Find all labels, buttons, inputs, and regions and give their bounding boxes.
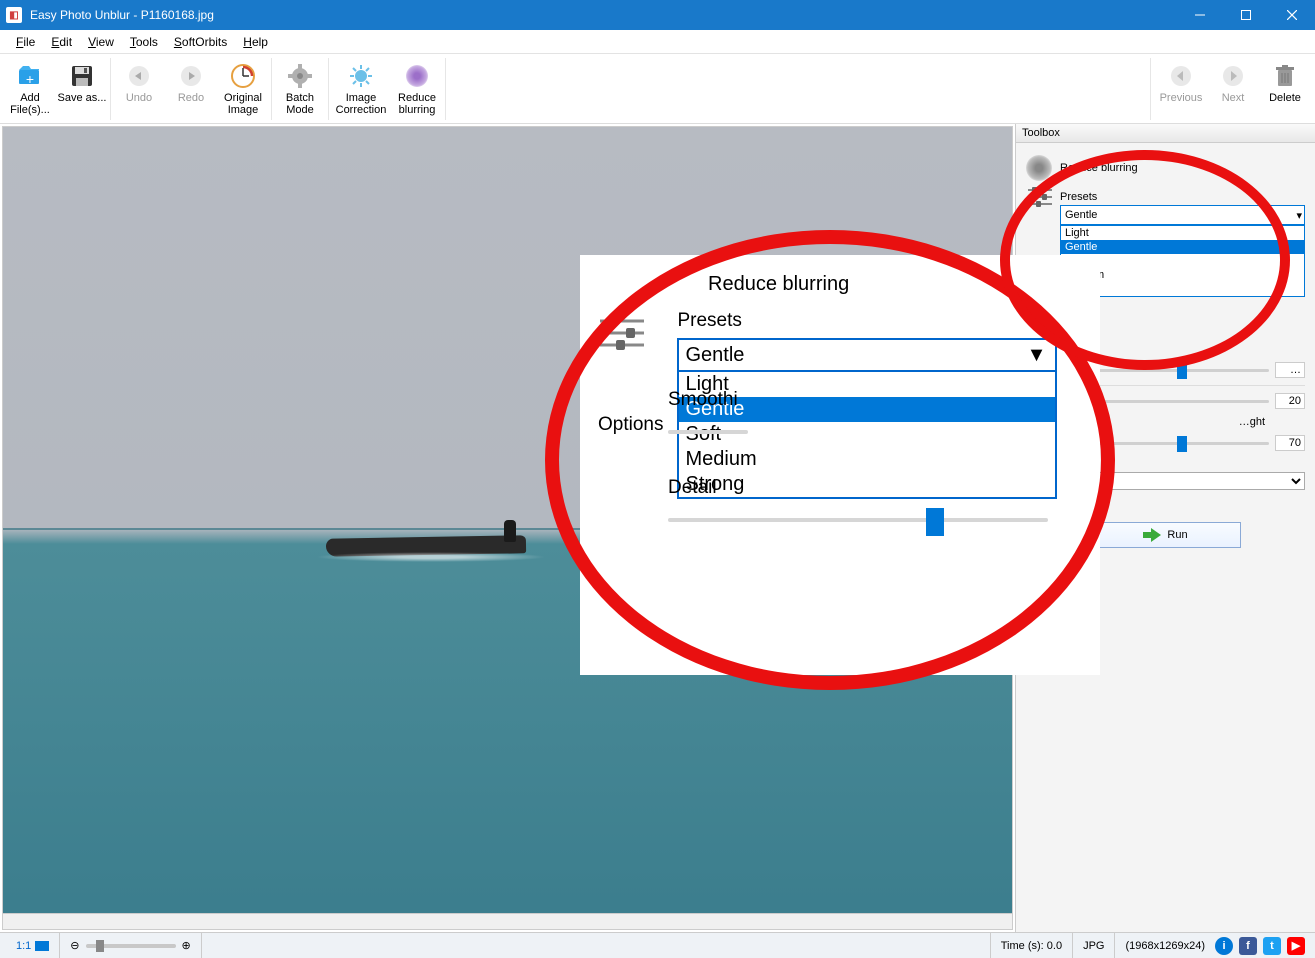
facebook-icon[interactable]: f [1239, 937, 1257, 955]
next-icon [1219, 62, 1247, 90]
titlebar: ◧ Easy Photo Unblur - P1160168.jpg [0, 0, 1315, 30]
preset-option-light[interactable]: Light [1061, 226, 1304, 240]
menu-file[interactable]: File [8, 33, 43, 51]
status-dimensions: (1968x1269x24) [1114, 933, 1215, 958]
menubar: File Edit View Tools SoftOrbits Help [0, 30, 1315, 54]
add-files-button[interactable]: + Add File(s)... [4, 58, 56, 120]
redo-button[interactable]: Redo [165, 58, 217, 120]
save-icon [68, 62, 96, 90]
zoom-sliders-icon [598, 314, 646, 354]
zoom-control[interactable]: ⊖ ⊕ [59, 933, 200, 958]
slider-2-value[interactable]: 20 [1275, 393, 1305, 409]
app-window: ◧ Easy Photo Unblur - P1160168.jpg File … [0, 0, 1315, 958]
previous-icon [1167, 62, 1195, 90]
zoom-ratio[interactable]: 1:1 [6, 933, 59, 958]
close-button[interactable] [1269, 0, 1315, 30]
zoom-slider[interactable] [86, 944, 176, 948]
chevron-down-icon: ▼ [1023, 344, 1049, 367]
zoom-presets-label: Presets [677, 310, 1057, 332]
zoom-out-icon[interactable]: ⊖ [70, 939, 79, 952]
svg-text:+: + [26, 71, 34, 87]
original-image-button[interactable]: Original Image [217, 58, 269, 120]
next-button[interactable]: Next [1207, 58, 1259, 106]
save-as-label: Save as... [58, 92, 107, 104]
presets-select[interactable]: Gentle ▾ [1060, 205, 1305, 225]
menu-tools[interactable]: Tools [122, 33, 166, 51]
app-icon: ◧ [6, 7, 22, 23]
zoom-smoothing-slider[interactable] [668, 417, 748, 447]
sliders-icon [1026, 185, 1054, 209]
next-label: Next [1222, 92, 1245, 104]
run-arrow-icon [1143, 528, 1161, 542]
reduce-blurring-button[interactable]: Reduce blurring [391, 58, 443, 120]
menu-softorbits[interactable]: SoftOrbits [166, 33, 235, 51]
status-format: JPG [1072, 933, 1114, 958]
info-icon[interactable]: i [1215, 937, 1233, 955]
run-button[interactable]: Run [1091, 522, 1241, 548]
menu-view[interactable]: View [80, 33, 122, 51]
toolbox-section-title: Reduce blurring [1060, 162, 1138, 174]
detail-value: … [1275, 362, 1305, 378]
blur-section-icon [1026, 155, 1052, 181]
window-title: Easy Photo Unblur - P1160168.jpg [30, 8, 1177, 22]
chevron-down-icon: ▾ [1296, 209, 1302, 222]
sparkle-icon [347, 62, 375, 90]
preset-option-gentle[interactable]: Gentle [1061, 240, 1304, 254]
zoom-option-strong[interactable]: Strong [679, 472, 1055, 497]
social-links: i f t ▶ [1215, 937, 1309, 955]
trash-icon [1271, 62, 1299, 90]
youtube-icon[interactable]: ▶ [1287, 937, 1305, 955]
undo-label: Undo [126, 92, 152, 104]
blur-icon [403, 62, 431, 90]
original-image-icon [229, 62, 257, 90]
add-files-icon: + [16, 62, 44, 90]
image-correction-button[interactable]: Image Correction [331, 58, 391, 120]
zoom-detail-slider[interactable] [668, 505, 1048, 535]
redo-label: Redo [178, 92, 204, 104]
minimize-button[interactable] [1177, 0, 1223, 30]
undo-button[interactable]: Undo [113, 58, 165, 120]
batch-mode-label: Batch Mode [274, 92, 326, 116]
window-controls [1177, 0, 1315, 30]
zoom-options-label: Options [598, 414, 663, 436]
zoom-preset-selected: Gentle [685, 344, 744, 367]
status-time: Time (s): 0.0 [990, 933, 1072, 958]
undo-icon [125, 62, 153, 90]
run-label: Run [1167, 529, 1187, 541]
horizontal-scrollbar[interactable] [3, 913, 1012, 929]
batch-mode-button[interactable]: Batch Mode [274, 58, 326, 120]
zoom-in-icon[interactable]: ⊕ [182, 939, 191, 952]
delete-label: Delete [1269, 92, 1301, 104]
menu-help[interactable]: Help [235, 33, 276, 51]
zoom-option-medium[interactable]: Medium [679, 447, 1055, 472]
presets-label: Presets [1060, 191, 1305, 203]
previous-button[interactable]: Previous [1155, 58, 1207, 106]
slider-3-value[interactable]: 70 [1275, 435, 1305, 451]
zoom-title: Reduce blurring [708, 273, 1082, 296]
zoom-callout-panel: Reduce blurring Options Presets Gentle ▼… [580, 255, 1100, 675]
toolbox-header: Toolbox [1016, 124, 1315, 143]
delete-button[interactable]: Delete [1259, 58, 1311, 106]
menu-edit[interactable]: Edit [43, 33, 80, 51]
gear-icon [286, 62, 314, 90]
save-as-button[interactable]: Save as... [56, 58, 108, 120]
reduce-blurring-label: Reduce blurring [391, 92, 443, 116]
zoom-presets-select[interactable]: Gentle ▼ [677, 338, 1057, 372]
image-correction-label: Image Correction [331, 92, 391, 116]
presets-selected-value: Gentle [1065, 209, 1097, 221]
statusbar: 1:1 ⊖ ⊕ Time (s): 0.0 JPG (1968x1269x24)… [0, 932, 1315, 958]
status-spacer [201, 933, 990, 958]
previous-label: Previous [1160, 92, 1203, 104]
maximize-button[interactable] [1223, 0, 1269, 30]
toolbar: + Add File(s)... Save as... Undo Redo Or… [0, 54, 1315, 124]
add-files-label: Add File(s)... [4, 92, 56, 116]
original-image-label: Original Image [217, 92, 269, 116]
redo-icon [177, 62, 205, 90]
twitter-icon[interactable]: t [1263, 937, 1281, 955]
